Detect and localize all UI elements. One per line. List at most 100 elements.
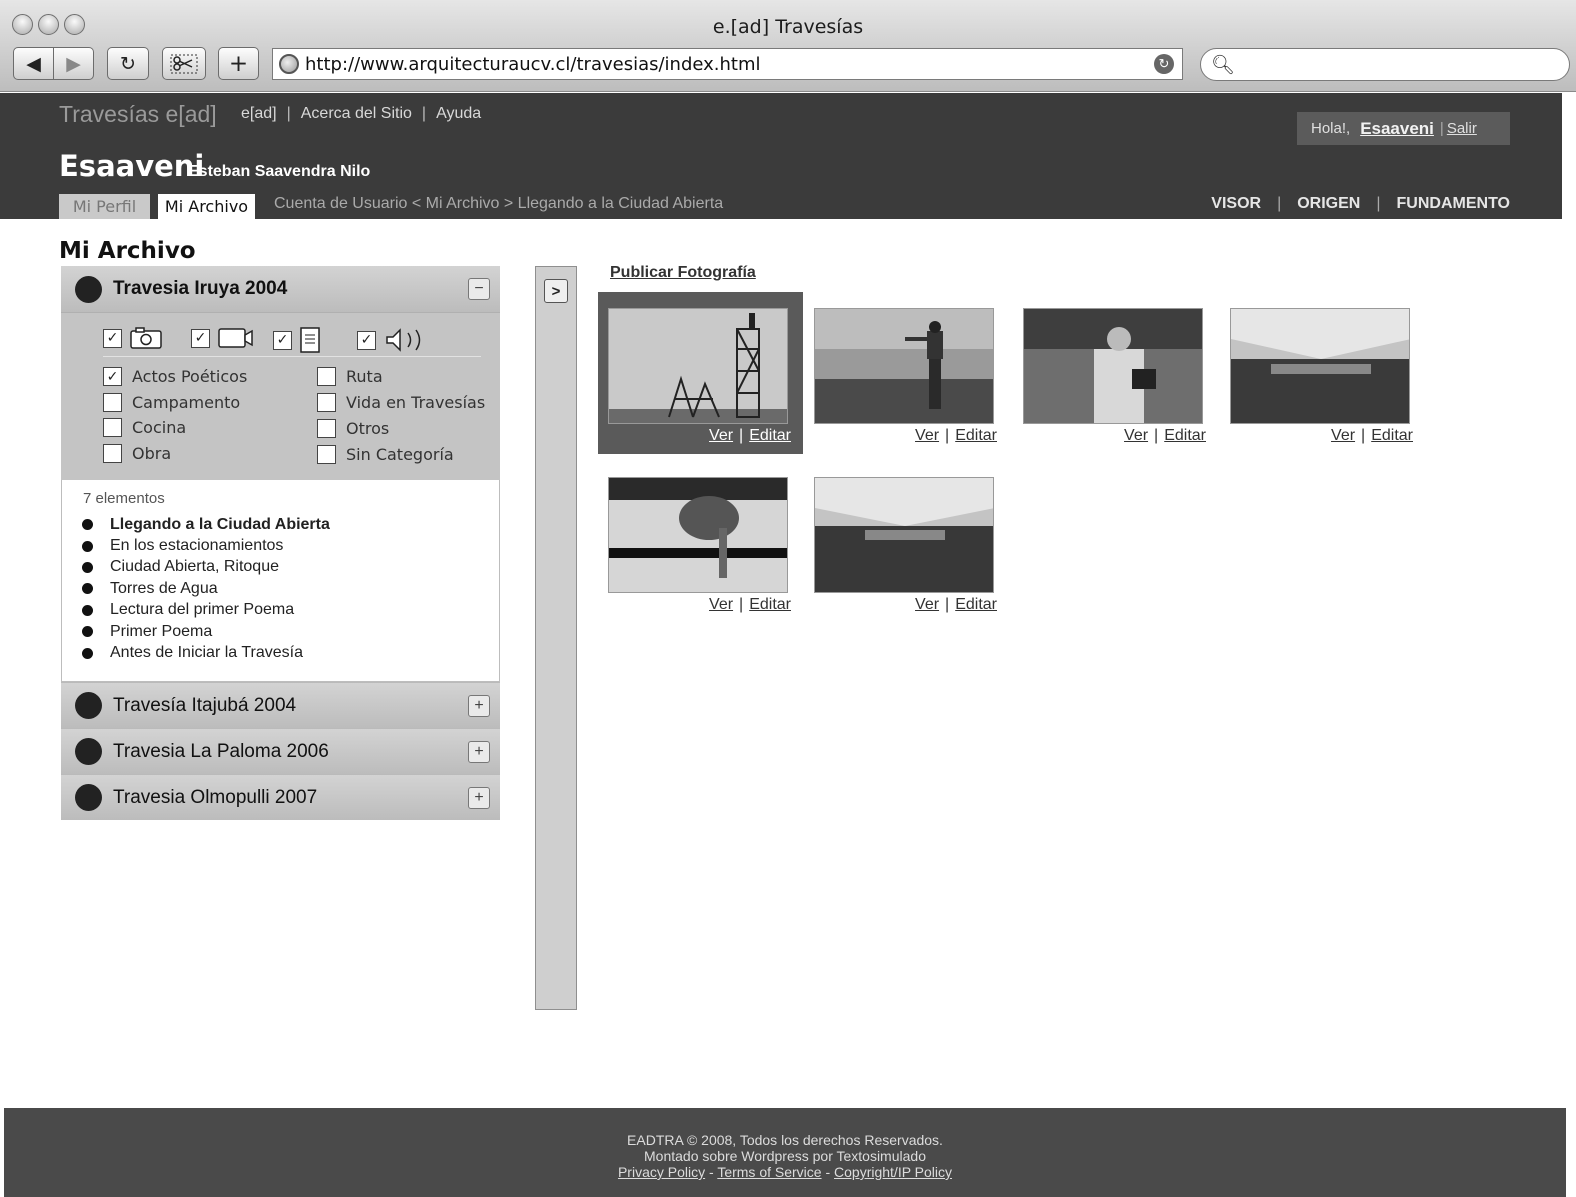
category-campamento[interactable]: Campamento — [103, 393, 240, 412]
reload-button[interactable]: ↻ — [107, 47, 149, 80]
nav-link-visor[interactable]: VISOR — [1211, 195, 1261, 212]
url-input[interactable]: http://www.arquitecturaucv.cl/travesias/… — [305, 54, 1154, 75]
list-item[interactable]: Ciudad Abierta, Ritoque — [82, 557, 330, 578]
category-otros[interactable]: Otros — [317, 419, 389, 438]
list-item[interactable]: Llegando a la Ciudad Abierta — [82, 514, 330, 535]
accordion-title: Travesia La Paloma 2006 — [113, 740, 329, 762]
category-label: Campamento — [132, 393, 241, 412]
expand-button[interactable]: + — [468, 740, 490, 763]
accordion-header-la-paloma[interactable]: Travesia La Paloma 2006 + — [61, 728, 500, 774]
category-cocina[interactable]: Cocina — [103, 418, 186, 437]
checkbox[interactable] — [317, 445, 336, 464]
reload-url-icon[interactable]: ↻ — [1154, 54, 1174, 74]
add-bookmark-button[interactable]: + — [218, 47, 259, 80]
list-item[interactable]: Primer Poema — [82, 621, 330, 642]
view-photo-link[interactable]: Ver — [915, 427, 939, 445]
edit-photo-link[interactable]: Editar — [749, 427, 791, 445]
view-photo-link[interactable]: Ver — [1331, 427, 1355, 445]
photo-thumbnail[interactable] — [1023, 308, 1203, 424]
bullet-icon — [82, 626, 93, 638]
panel-toggle-bar[interactable]: > — [535, 266, 577, 1010]
list-item-label: Torres de Agua — [110, 579, 218, 597]
media-filter-audio[interactable]: ✓ — [357, 327, 428, 353]
category-vida-en-travesias[interactable]: Vida en Travesías — [317, 393, 485, 412]
site-brand[interactable]: Travesías e[ad] — [59, 101, 217, 128]
audio-icon — [386, 328, 421, 352]
nav-link-help[interactable]: Ayuda — [436, 105, 481, 122]
photo-thumbnail[interactable] — [608, 477, 788, 593]
logout-link[interactable]: Salir — [1447, 120, 1477, 137]
edit-photo-link[interactable]: Editar — [1371, 427, 1413, 445]
photo-thumbnail[interactable] — [608, 308, 788, 424]
nav-link-ead[interactable]: e[ad] — [241, 105, 277, 122]
expand-button[interactable]: + — [468, 786, 490, 809]
media-filter-row: ✓ ✓ ✓ ✓ — [103, 327, 481, 357]
terms-of-service-link[interactable]: Terms of Service — [717, 1164, 821, 1180]
photo-card[interactable]: Ver | Editar — [804, 461, 1009, 623]
photo-card[interactable]: Ver | Editar — [1013, 292, 1218, 454]
photo-thumbnail[interactable] — [814, 477, 994, 593]
expand-panel-icon[interactable]: > — [544, 279, 568, 303]
photo-card[interactable]: Ver | Editar — [1220, 292, 1425, 454]
category-sin-categoria[interactable]: Sin Categoría — [317, 445, 454, 464]
media-filter-video[interactable]: ✓ — [191, 327, 254, 349]
edit-photo-link[interactable]: Editar — [749, 596, 791, 614]
camera-icon — [130, 327, 162, 349]
edit-photo-link[interactable]: Editar — [1164, 427, 1206, 445]
snippet-button[interactable] — [162, 47, 206, 80]
photo-card[interactable]: Ver | Editar — [804, 292, 1009, 454]
checkbox[interactable] — [317, 393, 336, 412]
nav-link-about[interactable]: Acerca del Sitio — [301, 105, 412, 122]
category-actos-poeticos[interactable]: ✓ Actos Poéticos — [103, 367, 247, 386]
checkbox[interactable]: ✓ — [103, 367, 122, 386]
video-icon — [218, 328, 253, 348]
copyright-policy-link[interactable]: Copyright/IP Policy — [834, 1164, 952, 1180]
tab-mi-archivo[interactable]: Mi Archivo — [158, 194, 255, 219]
view-photo-link[interactable]: Ver — [915, 596, 939, 614]
search-field[interactable]: 🔍︎ — [1200, 48, 1570, 81]
view-photo-link[interactable]: Ver — [709, 427, 733, 445]
expand-button[interactable]: + — [468, 694, 490, 717]
checkbox[interactable] — [103, 393, 122, 412]
copyright-text: EADTRA © 2008, Todos los derechos Reserv… — [627, 1132, 943, 1148]
address-bar[interactable]: http://www.arquitecturaucv.cl/travesias/… — [272, 48, 1183, 80]
accordion-header-itajuba[interactable]: Travesía Itajubá 2004 + — [61, 682, 500, 728]
photo-thumbnail[interactable] — [814, 308, 994, 424]
forward-button[interactable]: ▶ — [54, 47, 94, 80]
list-item[interactable]: Antes de Iniciar la Travesía — [82, 642, 330, 663]
media-filter-text[interactable]: ✓ — [273, 327, 320, 353]
checkbox[interactable] — [317, 367, 336, 386]
edit-photo-link[interactable]: Editar — [955, 427, 997, 445]
accordion-header-iruya[interactable]: Travesia Iruya 2004 − — [61, 266, 500, 312]
checkbox[interactable]: ✓ — [357, 330, 376, 350]
publish-photo-link[interactable]: Publicar Fotografía — [610, 264, 756, 282]
photo-thumbnail[interactable] — [1230, 308, 1410, 424]
nav-link-origen[interactable]: ORIGEN — [1297, 195, 1360, 212]
user-link[interactable]: Esaaveni — [1360, 119, 1434, 139]
list-item[interactable]: En los estacionamientos — [82, 535, 330, 556]
tab-mi-perfil[interactable]: Mi Perfil — [59, 194, 150, 219]
checkbox[interactable] — [103, 418, 122, 437]
accordion-header-olmopulli[interactable]: Travesia Olmopulli 2007 + — [61, 774, 500, 820]
checkbox[interactable]: ✓ — [273, 330, 292, 350]
photo-card[interactable]: Ver | Editar — [598, 292, 803, 454]
back-button[interactable]: ◀ — [13, 47, 54, 80]
view-photo-link[interactable]: Ver — [709, 596, 733, 614]
edit-photo-link[interactable]: Editar — [955, 596, 997, 614]
list-item[interactable]: Lectura del primer Poema — [82, 600, 330, 621]
privacy-policy-link[interactable]: Privacy Policy — [618, 1164, 705, 1180]
media-filter-photo[interactable]: ✓ — [103, 327, 162, 349]
photo-card[interactable]: Ver | Editar — [598, 461, 803, 623]
category-ruta[interactable]: Ruta — [317, 367, 383, 386]
view-photo-link[interactable]: Ver — [1124, 427, 1148, 445]
nav-link-fundamento[interactable]: FUNDAMENTO — [1397, 195, 1510, 212]
category-obra[interactable]: Obra — [103, 444, 171, 463]
list-item[interactable]: Torres de Agua — [82, 578, 330, 599]
checkbox[interactable] — [317, 419, 336, 438]
bullet-icon — [82, 519, 93, 531]
element-list-panel: 7 elementos Llegando a la Ciudad Abierta… — [61, 480, 500, 682]
checkbox[interactable]: ✓ — [103, 328, 122, 348]
checkbox[interactable]: ✓ — [191, 328, 210, 348]
collapse-button[interactable]: − — [468, 278, 490, 300]
checkbox[interactable] — [103, 444, 122, 463]
